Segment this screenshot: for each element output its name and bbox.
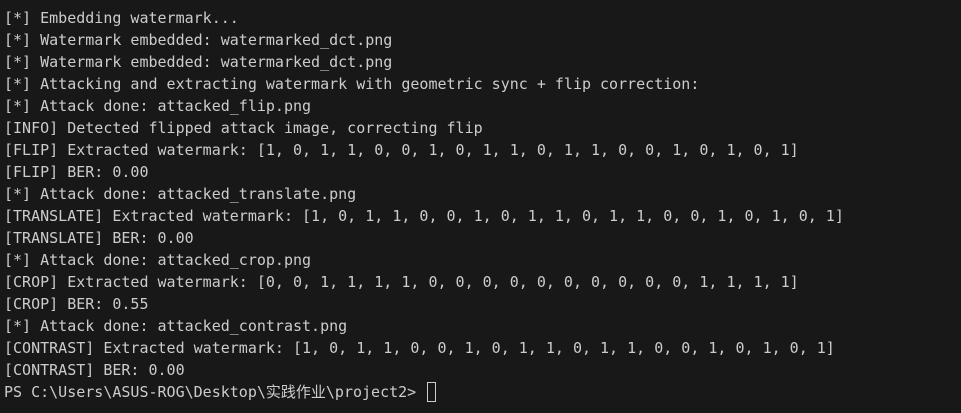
output-line: [*] Attack done: attacked_translate.png [4,185,357,203]
output-line: [TRANSLATE] Extracted watermark: [1, 0, … [4,207,844,225]
output-line: [*] Watermark embedded: watermarked_dct.… [4,53,393,71]
output-line: [*] Attacking and extracting watermark w… [4,75,700,93]
terminal-output[interactable]: [*] Embedding watermark... [*] Watermark… [0,0,961,413]
output-line: [CONTRAST] Extracted watermark: [1, 0, 1… [4,339,835,357]
output-line: [CROP] Extracted watermark: [0, 0, 1, 1,… [4,273,799,291]
output-line: [*] Watermark embedded: watermarked_dct.… [4,31,393,49]
output-line: [*] Attack done: attacked_flip.png [4,97,312,115]
text-cursor[interactable] [427,382,437,402]
output-line: [INFO] Detected flipped attack image, co… [4,119,483,137]
prompt-text: PS C:\Users\ASUS-ROG\Desktop\实践作业\projec… [4,383,426,401]
command-prompt-line[interactable]: PS C:\Users\ASUS-ROG\Desktop\实践作业\projec… [4,381,961,403]
output-line: [*] Embedding watermark... [4,9,239,27]
output-line: [CONTRAST] BER: 0.00 [4,361,185,379]
output-line: [*] Attack done: attacked_crop.png [4,251,312,269]
output-line: [FLIP] BER: 0.00 [4,163,149,181]
output-line: [*] Attack done: attacked_contrast.png [4,317,348,335]
output-line: [CROP] BER: 0.55 [4,295,149,313]
output-line: [TRANSLATE] BER: 0.00 [4,229,194,247]
output-line: [FLIP] Extracted watermark: [1, 0, 1, 1,… [4,141,799,159]
